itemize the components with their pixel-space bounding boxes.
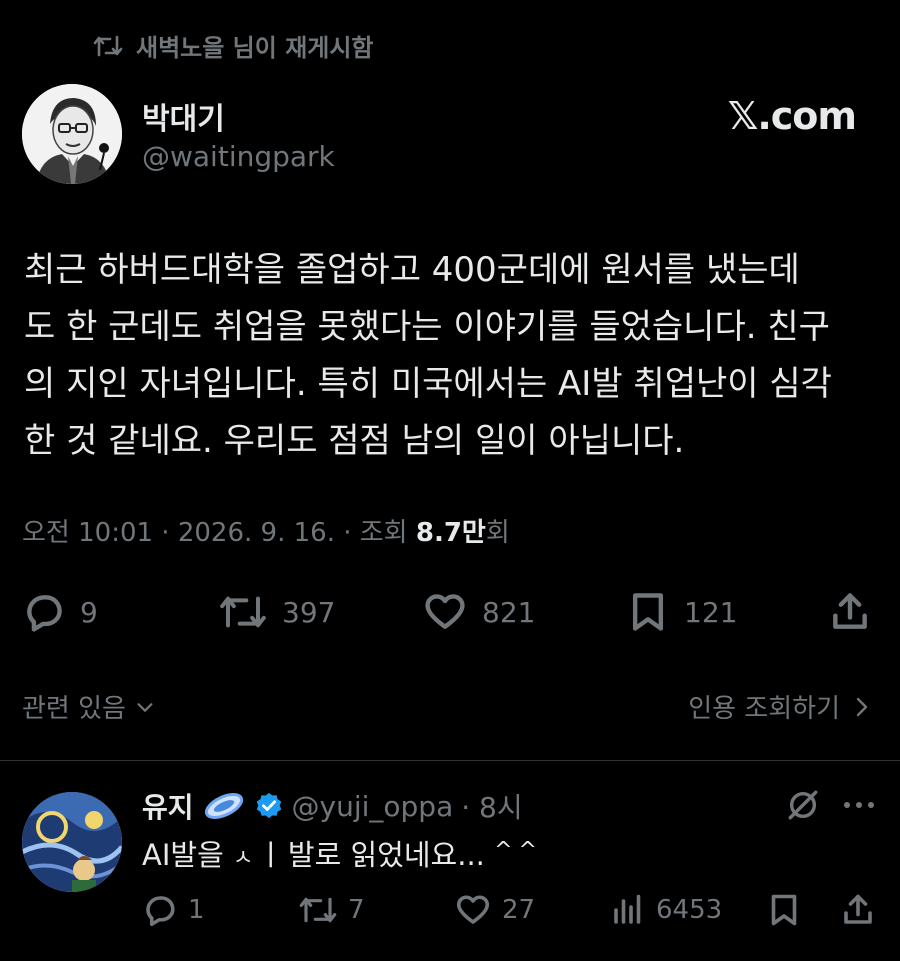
reply-views-action[interactable]: 6453 [610, 892, 722, 928]
repost-count: 397 [282, 595, 336, 629]
reply-text-part: ^^ [494, 838, 543, 863]
repost-icon [220, 596, 266, 628]
tweet-time[interactable]: 오전 10:01 [22, 518, 153, 548]
grok-icon [788, 790, 818, 820]
chevron-right-icon [856, 697, 868, 716]
more-icon [844, 802, 874, 808]
reply-reply-action[interactable]: 1 [142, 892, 205, 928]
brand-logo: 𝕏.com [727, 94, 857, 138]
author-avatar-image [22, 84, 122, 184]
reply-avatar[interactable] [22, 792, 122, 892]
meta-separator: · [334, 518, 360, 548]
divider [0, 760, 900, 761]
reply-time[interactable]: · 8시 [461, 786, 522, 826]
view-quotes-label: 인용 조회하기 [688, 694, 840, 724]
reply-icon [27, 595, 62, 632]
grok-action[interactable] [786, 788, 820, 822]
bookmark-icon [771, 894, 797, 926]
views-prefix: 조회 [359, 518, 416, 548]
tweet-date[interactable]: 2026. 9. 16. [178, 518, 335, 548]
repost-action[interactable]: 397 [218, 590, 335, 634]
author-avatar[interactable] [22, 84, 122, 184]
tweet-text: 최근 하버드대학을 졸업하고 400군데에 원서를 냈는데 도 한 군데도 취업… [24, 242, 884, 470]
related-dropdown[interactable]: 관련 있음 [22, 688, 156, 725]
tweet-line: 한 것 같네요. 우리도 점점 남의 일이 아닙니다. [24, 421, 685, 461]
reply-action[interactable]: 9 [22, 590, 98, 634]
heart-icon [425, 594, 465, 629]
share-icon [844, 894, 872, 924]
more-options-button[interactable] [842, 796, 876, 814]
bookmark-icon [632, 593, 664, 631]
heart-icon [456, 895, 490, 924]
tweet-meta: 오전 10:01 · 2026. 9. 16. · 조회 8.7만회 [22, 512, 510, 549]
reply-header: 유지 @yuji_oppa · 8시 [142, 786, 523, 826]
tweet-line: 도 한 군데도 취업을 못했다는 이야기를 들었습니다. 친구 [24, 307, 830, 347]
repost-icon [299, 897, 337, 923]
bookmark-count: 121 [684, 595, 738, 629]
saturn-ring-emoji [204, 793, 243, 819]
reply-text-part: ㅣ [257, 838, 284, 872]
views-suffix: 회 [485, 518, 510, 548]
meta-separator: · [153, 518, 178, 548]
repost-banner-text: 새벽노을 님이 재게시함 [136, 34, 374, 62]
reply-author-handle[interactable]: @yuji_oppa [292, 790, 454, 823]
repost-icon [93, 35, 123, 56]
chevron-down-icon [137, 702, 153, 712]
reply-views-count: 6453 [656, 895, 723, 925]
like-count: 821 [482, 595, 536, 629]
share-action[interactable] [828, 590, 872, 634]
reply-author-name[interactable]: 유지 [142, 786, 194, 826]
reply-repost-action[interactable]: 7 [298, 892, 365, 928]
verified-badge-icon [256, 792, 281, 819]
reply-bookmark-action[interactable] [766, 892, 802, 928]
views-count: 8.7만 [415, 518, 486, 548]
reply-count: 9 [80, 595, 98, 629]
reply-avatar-image [22, 792, 122, 892]
reply-like-action[interactable]: 27 [454, 892, 535, 928]
views-icon [614, 894, 641, 924]
author-name[interactable]: 박대기 [142, 94, 225, 138]
view-quotes-link[interactable]: 인용 조회하기 [688, 688, 872, 725]
reply-icon [146, 896, 175, 927]
bookmark-action[interactable]: 121 [626, 590, 737, 634]
reply-reply-count: 1 [188, 895, 205, 925]
like-action[interactable]: 821 [422, 590, 535, 634]
reply-text-part: AI발을 [142, 838, 233, 872]
reply-share-action[interactable] [840, 892, 876, 928]
author-handle[interactable]: @waitingpark [142, 140, 335, 173]
reply-text-part: ㅅ [232, 846, 254, 871]
tweet-line: 최근 하버드대학을 졸업하고 400군데에 원서를 냈는데 [24, 250, 800, 290]
tweet-line: 의 지인 자녀입니다. 특히 미국에서는 AI발 취업난이 심각 [24, 364, 832, 404]
reply-like-count: 27 [502, 895, 536, 925]
repost-banner[interactable]: 새벽노을 님이 재게시함 [92, 28, 374, 63]
reply-repost-count: 7 [348, 895, 365, 925]
reply-text: AI발을 ㅅㅣ 발로 읽었네요... ^^ [142, 832, 543, 874]
reply-text-part: 발로 읽었네요... [287, 838, 495, 872]
related-label: 관련 있음 [22, 694, 126, 724]
share-icon [833, 593, 867, 629]
